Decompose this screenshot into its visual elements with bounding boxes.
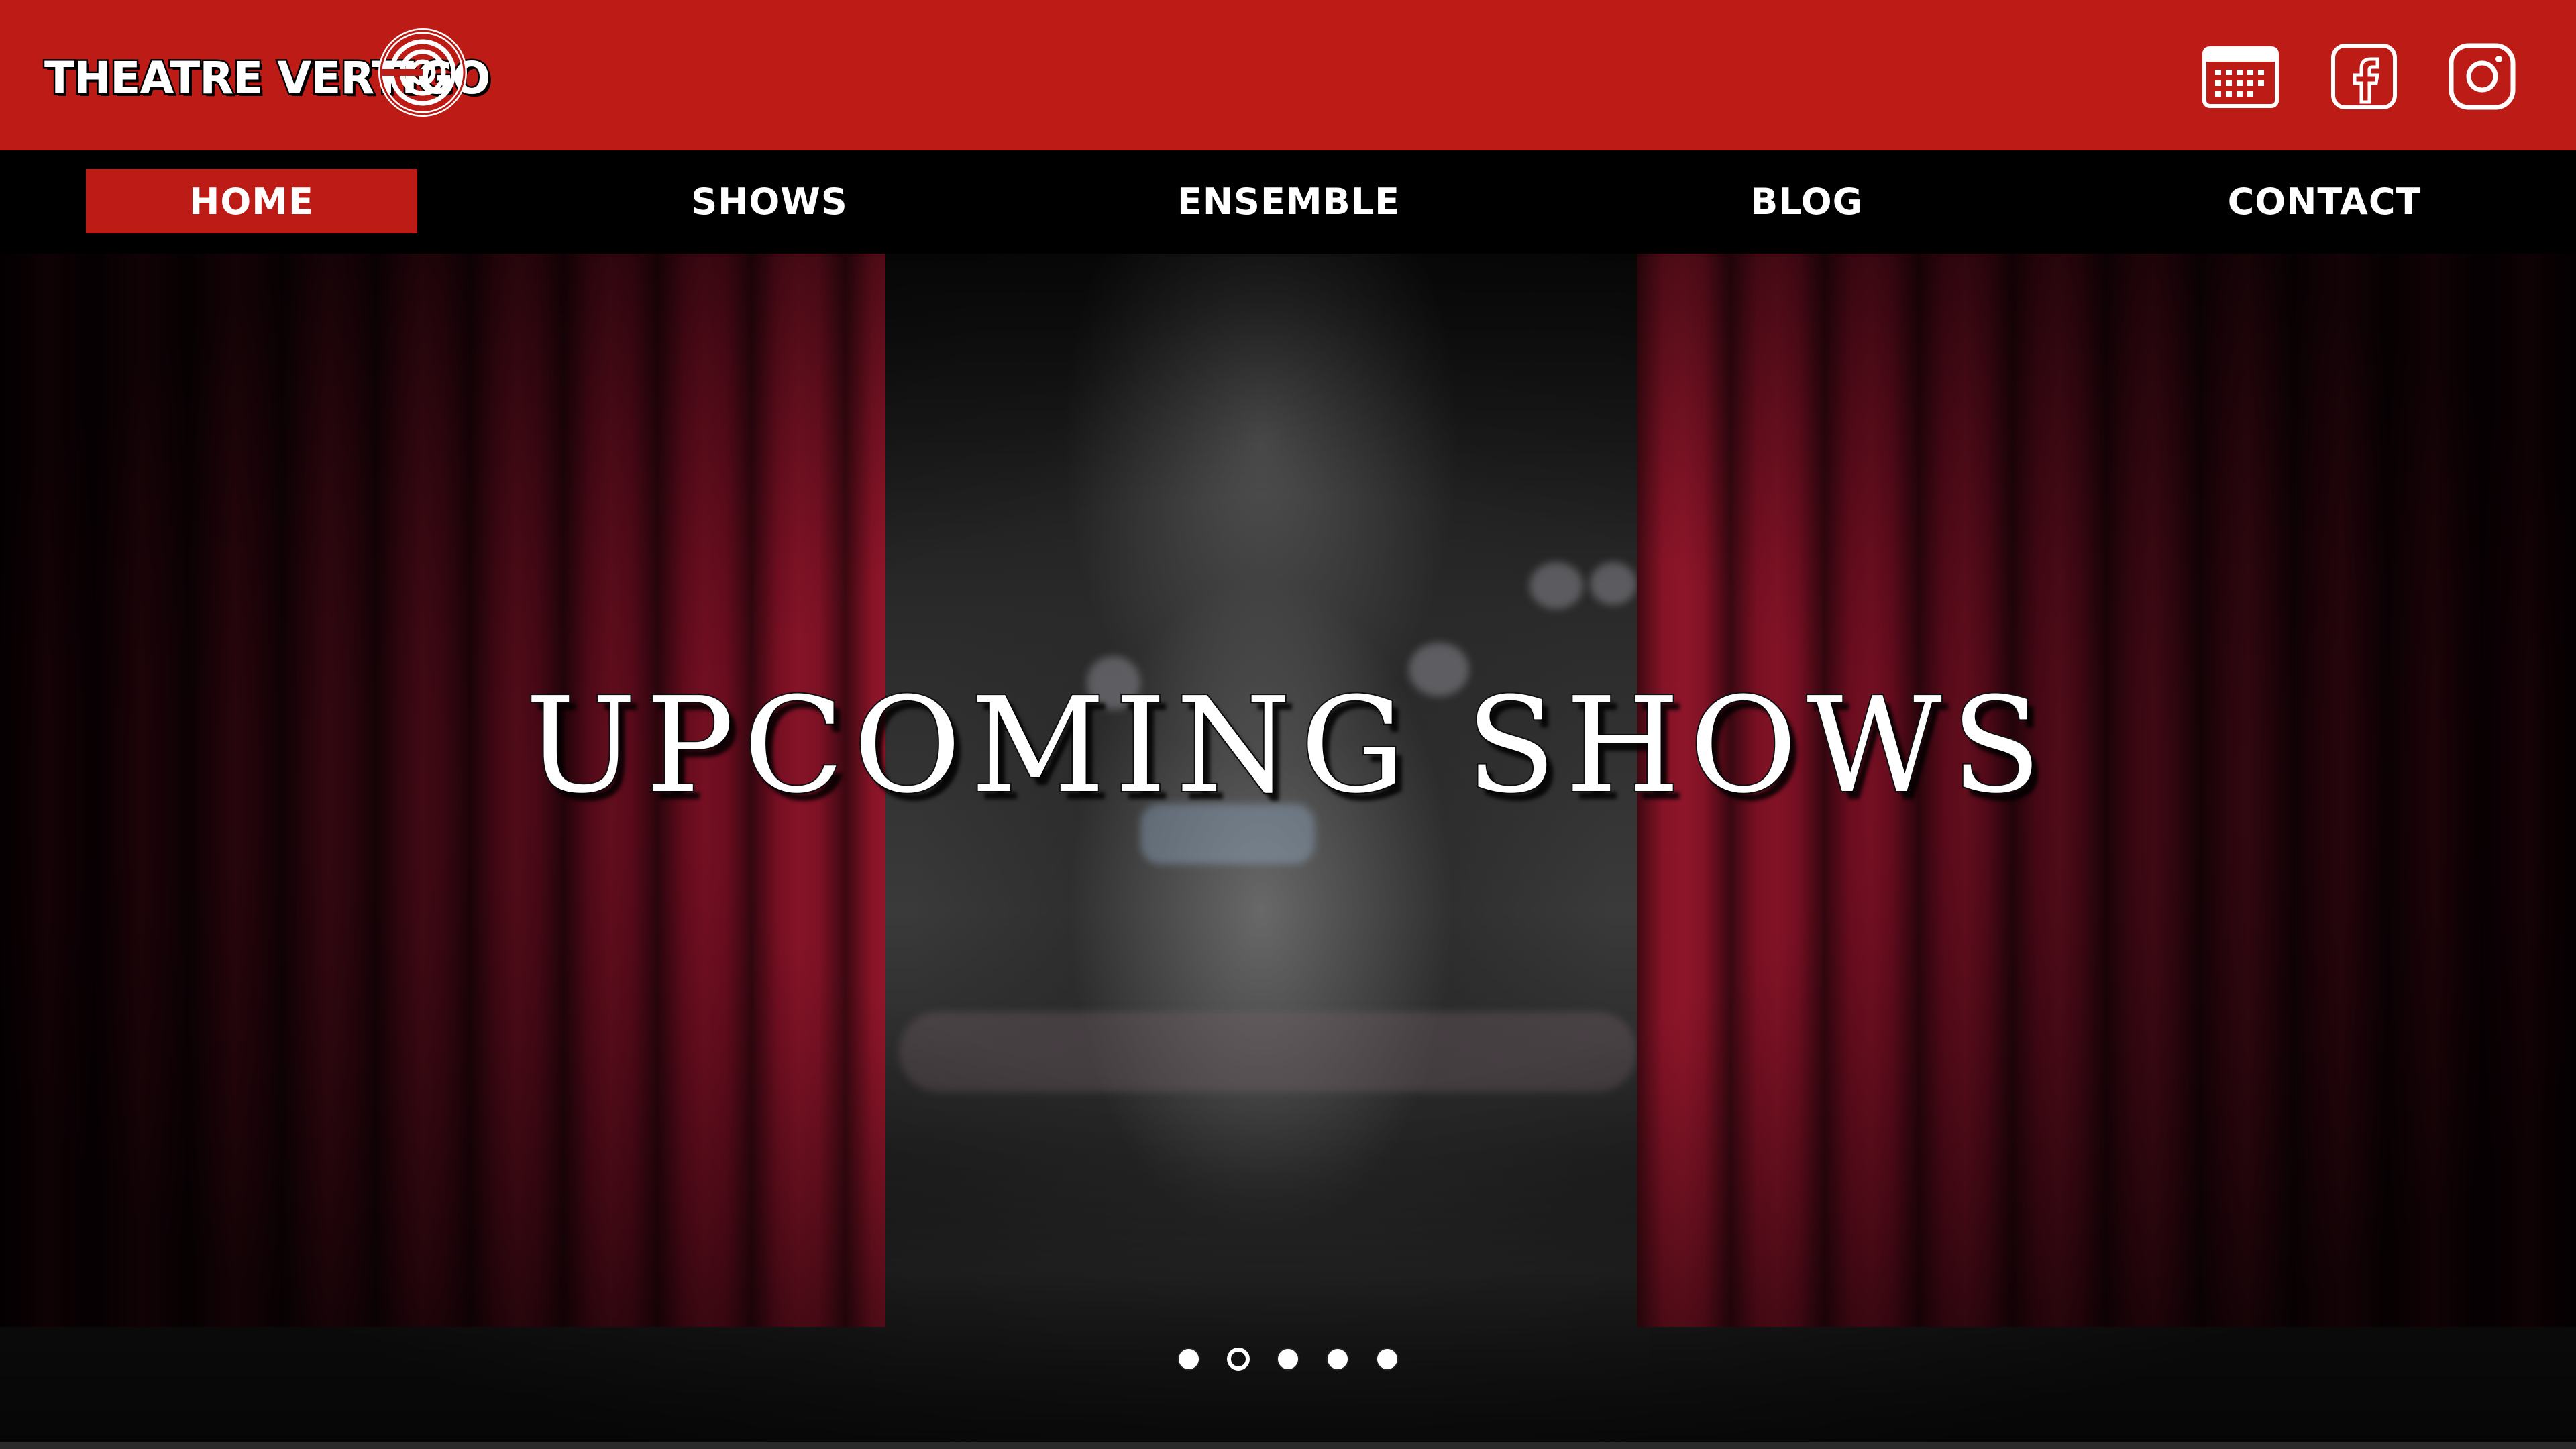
vignette-overlay xyxy=(0,254,2576,1449)
nav-home[interactable]: HOME xyxy=(86,169,417,233)
instagram-button[interactable] xyxy=(2442,42,2522,111)
bottom-border xyxy=(0,1442,2576,1449)
nav-blog[interactable]: BLOG xyxy=(1641,169,1972,233)
slider-pagination xyxy=(1177,1339,1399,1379)
nav-shows-label: SHOWS xyxy=(691,180,848,223)
nav-contact[interactable]: CONTACT xyxy=(2159,169,2490,233)
slider-dot-5[interactable] xyxy=(1376,1348,1399,1371)
slider-dot-2[interactable] xyxy=(1227,1348,1250,1371)
nav-shows[interactable]: SHOWS xyxy=(604,169,935,233)
main-navigation: HOME SHOWS ENSEMBLE BLOG CONTACT xyxy=(0,150,2576,254)
hero-title: UPCOMING SHOWS xyxy=(524,668,2051,824)
slider-dot-3[interactable] xyxy=(1277,1348,1299,1371)
nav-ensemble[interactable]: ENSEMBLE xyxy=(1123,169,1454,233)
calendar-icon xyxy=(2202,46,2279,108)
hero-slider: UPCOMING SHOWS xyxy=(0,254,2576,1449)
slider-dot-1[interactable] xyxy=(1177,1348,1200,1371)
slider-dot-4[interactable] xyxy=(1326,1348,1349,1371)
theatre-vertigo-logo[interactable]: THEATRE VERTIGO xyxy=(40,25,492,119)
nav-ensemble-label: ENSEMBLE xyxy=(1177,180,1401,223)
nav-blog-label: BLOG xyxy=(1750,180,1863,223)
top-header-bar: THEATRE VERTIGO xyxy=(0,0,2576,150)
instagram-icon xyxy=(2449,43,2516,110)
calendar-button[interactable] xyxy=(2200,42,2281,111)
facebook-icon xyxy=(2331,44,2397,109)
facebook-button[interactable] xyxy=(2324,42,2404,111)
nav-home-label: HOME xyxy=(189,180,314,223)
nav-contact-label: CONTACT xyxy=(2227,180,2422,223)
vertigo-swirl-icon xyxy=(378,28,467,117)
